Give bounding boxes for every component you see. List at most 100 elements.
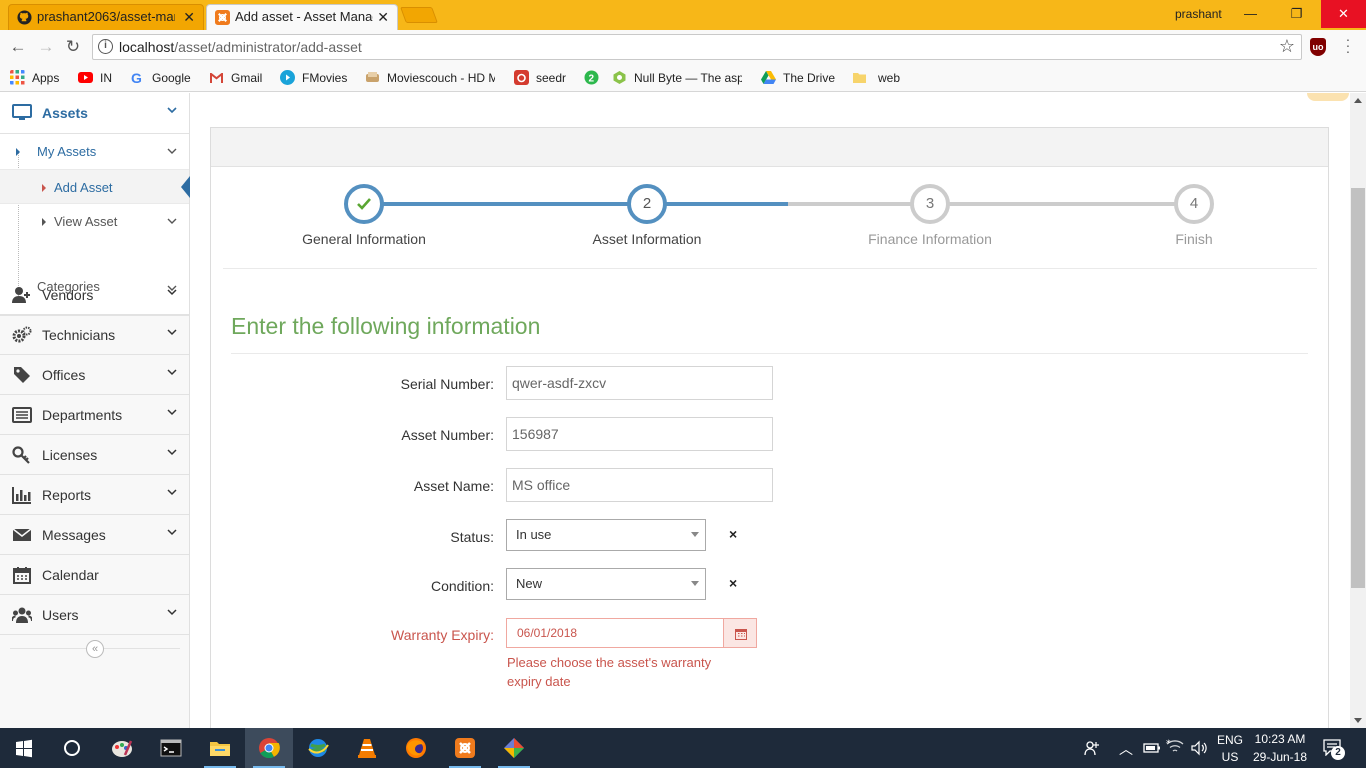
taskbar-chrome[interactable] — [245, 728, 293, 768]
people-icon[interactable] — [1084, 740, 1100, 756]
bar-chart-icon — [12, 487, 31, 504]
date-picker-button[interactable] — [723, 618, 757, 648]
taskbar-xampp[interactable] — [441, 728, 489, 768]
bookmark-the-drive[interactable]: The Drive — [761, 70, 835, 85]
asset-name-input[interactable]: MS office — [506, 468, 773, 502]
clock-date[interactable]: 29-Jun-18 — [1248, 750, 1312, 764]
divider — [223, 268, 1317, 269]
bookmark-apps[interactable]: Apps — [10, 70, 59, 85]
sidebar-item-departments[interactable]: Departments — [0, 395, 189, 435]
divider — [231, 353, 1308, 354]
sidebar-item-vendors[interactable]: Vendors — [0, 275, 189, 315]
serial-number-input[interactable]: qwer-asdf-zxcv — [506, 366, 773, 400]
condition-select[interactable]: New — [506, 568, 706, 600]
sidebar-item-users[interactable]: Users — [0, 595, 189, 635]
wifi-icon[interactable]: * — [1166, 739, 1184, 755]
bookmarks-bar: Apps IN G Google Gmail FMovies Moviescouc… — [0, 65, 1366, 92]
taskbar-globe-app[interactable] — [294, 728, 342, 768]
sidebar-item-reports[interactable]: Reports — [0, 475, 189, 515]
dropdown-arrow-icon — [691, 581, 699, 586]
bookmark-moviescouch[interactable]: Moviescouch - HD M — [365, 70, 495, 85]
battery-icon[interactable] — [1143, 741, 1161, 755]
address-bar[interactable]: i localhost/asset/administrator/add-asse… — [92, 34, 1302, 60]
profile-name[interactable]: prashant — [1175, 7, 1222, 21]
bookmark-google[interactable]: G Google — [130, 70, 191, 85]
status-clear-icon[interactable]: × — [729, 526, 737, 542]
tab-github[interactable]: prashant2063/asset-mana ✕ — [8, 4, 204, 30]
git-gui-icon — [504, 738, 524, 758]
url-text[interactable]: localhost/asset/administrator/add-asset — [119, 39, 362, 55]
sidebar-collapse-icon[interactable]: « — [86, 640, 104, 658]
condition-value: New — [516, 576, 543, 591]
forward-icon[interactable]: → — [36, 37, 56, 57]
volume-icon[interactable] — [1191, 740, 1209, 756]
sidebar-item-assets[interactable]: Assets — [0, 93, 189, 134]
start-button[interactable] — [0, 728, 48, 768]
input-language-bottom[interactable]: US — [1212, 750, 1248, 764]
progress-line-2 — [647, 202, 788, 206]
bookmark-gmail[interactable]: Gmail — [209, 70, 262, 85]
sidebar-item-view-asset[interactable]: View Asset — [0, 204, 189, 239]
page-scrollbar[interactable] — [1350, 93, 1366, 728]
status-select[interactable]: In use — [506, 519, 706, 551]
taskbar-paint[interactable] — [98, 728, 146, 768]
scrollbar-thumb[interactable] — [1351, 188, 1365, 588]
back-icon[interactable]: ← — [8, 37, 28, 57]
tray-chevron-up-icon[interactable]: ︿ — [1119, 739, 1133, 759]
tab-close-icon[interactable]: ✕ — [377, 5, 389, 29]
progress-line-4 — [930, 202, 1194, 206]
step-3-circle[interactable]: 3 — [910, 184, 950, 224]
status-label: Status: — [450, 529, 494, 545]
browser-toolbar: ← → ↻ i localhost/asset/administrator/ad… — [0, 30, 1366, 65]
list-alt-icon — [12, 407, 32, 423]
google-icon: G — [131, 70, 142, 85]
bookmark-star-icon[interactable]: ☆ — [1279, 36, 1295, 57]
chevron-down-icon — [167, 489, 177, 496]
step-1-circle[interactable] — [344, 184, 384, 224]
scroll-down-icon[interactable] — [1354, 718, 1362, 723]
user-plus-icon — [12, 287, 30, 303]
sidebar-item-calendar[interactable]: Calendar — [0, 555, 189, 595]
bookmark-web[interactable]: web — [852, 70, 900, 85]
bookmark-null-byte[interactable]: Null Byte — The asp — [612, 70, 742, 85]
check-icon — [357, 198, 371, 210]
step-4-circle[interactable]: 4 — [1174, 184, 1214, 224]
asset-number-input[interactable]: 156987 — [506, 417, 773, 451]
sidebar-item-technicians[interactable]: Technicians — [0, 315, 189, 355]
input-language-top[interactable]: ENG — [1212, 733, 1248, 747]
minimize-icon[interactable]: — — [1228, 0, 1273, 28]
bookmark-fmovies[interactable]: FMovies — [280, 70, 347, 85]
sidebar-item-my-assets[interactable]: My Assets — [0, 134, 189, 169]
window-close-icon[interactable]: ✕ — [1321, 0, 1366, 28]
bookmark-badge[interactable]: 2 — [584, 70, 606, 85]
windows-taskbar: ︿ * ENG US 10:23 AM 29-Jun-18 2 — [0, 728, 1366, 768]
svg-text:G: G — [131, 70, 142, 85]
warranty-expiry-input[interactable]: 06/01/2018 — [506, 618, 724, 648]
taskbar-file-explorer[interactable] — [196, 728, 244, 768]
bookmark-in[interactable]: IN — [78, 70, 112, 85]
taskbar-vlc[interactable] — [343, 728, 391, 768]
ublock-icon[interactable]: uo — [1310, 38, 1326, 56]
clock-time[interactable]: 10:23 AM — [1248, 732, 1312, 746]
tab-add-asset[interactable]: Add asset - Asset Manage ✕ — [206, 4, 398, 30]
action-center-icon[interactable]: 2 — [1322, 738, 1345, 760]
step-2-circle[interactable]: 2 — [627, 184, 667, 224]
new-tab-button[interactable] — [400, 7, 438, 23]
bookmark-seedr[interactable]: seedr — [514, 70, 566, 85]
scroll-up-icon[interactable] — [1354, 98, 1362, 103]
chrome-menu-icon[interactable]: · · · — [1343, 32, 1353, 58]
sidebar-item-messages[interactable]: Messages — [0, 515, 189, 555]
condition-clear-icon[interactable]: × — [729, 575, 737, 591]
tab-close-icon[interactable]: ✕ — [183, 5, 195, 29]
taskbar-firefox[interactable] — [392, 728, 440, 768]
restore-icon[interactable]: ❐ — [1274, 0, 1319, 28]
info-icon[interactable]: i — [98, 39, 113, 54]
settings-tab[interactable] — [1307, 93, 1349, 101]
sidebar-item-offices[interactable]: Offices — [0, 355, 189, 395]
taskbar-git[interactable] — [490, 728, 538, 768]
search-button[interactable] — [48, 728, 96, 768]
sidebar-item-licenses[interactable]: Licenses — [0, 435, 189, 475]
sidebar-item-add-asset[interactable]: Add Asset — [0, 169, 190, 204]
taskbar-terminal[interactable] — [147, 728, 195, 768]
reload-icon[interactable]: ↻ — [63, 37, 83, 57]
